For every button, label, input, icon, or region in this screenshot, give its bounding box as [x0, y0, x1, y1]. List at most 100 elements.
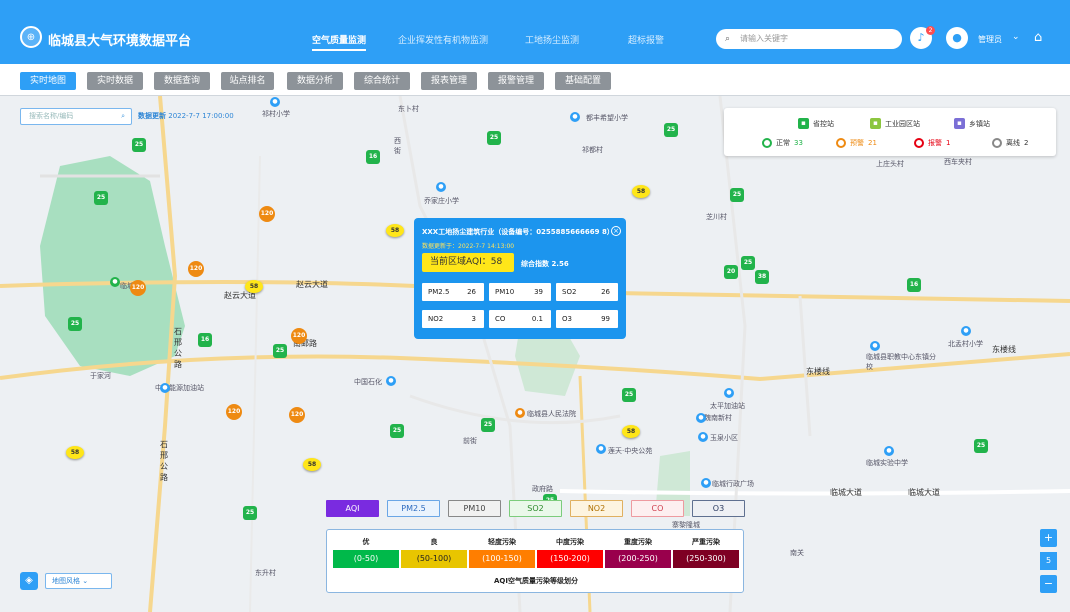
- station-marker[interactable]: 16: [907, 278, 921, 292]
- user-name[interactable]: 管理员: [978, 34, 1002, 45]
- station-marker[interactable]: 58: [632, 185, 650, 198]
- pollutant-co[interactable]: CO: [631, 500, 684, 517]
- place-label: 芝川村: [706, 213, 727, 221]
- legend-warning[interactable]: 预警 21: [836, 138, 877, 148]
- popup-title: XXX工地扬尘建筑行业（设备编号：0255885666669 8）: [422, 228, 614, 236]
- pollutant-pm25[interactable]: PM2.5: [387, 500, 440, 517]
- zoom-level: 5: [1040, 552, 1057, 570]
- station-marker[interactable]: 25: [730, 188, 744, 202]
- road-label: 临城大道: [908, 488, 940, 497]
- residential-icon[interactable]: ●: [698, 432, 708, 442]
- legend-industrial[interactable]: ▪ 工业园区站: [870, 118, 920, 129]
- school-icon[interactable]: ●: [436, 182, 446, 192]
- level-range: (50-100): [401, 550, 467, 568]
- station-marker[interactable]: 58: [386, 224, 404, 237]
- gas-station-icon[interactable]: ●: [724, 388, 734, 398]
- station-marker[interactable]: 58: [303, 458, 321, 471]
- station-marker[interactable]: 120: [226, 404, 242, 420]
- school-icon[interactable]: ●: [870, 341, 880, 351]
- pollutant-o3[interactable]: O3: [692, 500, 745, 517]
- legend-normal[interactable]: 正常 33: [762, 138, 803, 148]
- search-input[interactable]: ⌕ 请输入关键字: [716, 29, 902, 49]
- scenic-icon[interactable]: ●: [110, 277, 120, 287]
- station-marker[interactable]: 120: [291, 328, 307, 344]
- map-style-select[interactable]: 地图风格 ⌄: [45, 573, 112, 589]
- tab-station-rank[interactable]: 站点排名: [221, 72, 274, 90]
- station-marker[interactable]: 25: [487, 131, 501, 145]
- zoom-out-button[interactable]: −: [1040, 575, 1057, 593]
- station-marker[interactable]: 25: [390, 424, 404, 438]
- legend-provincial[interactable]: ▪ 省控站: [798, 118, 834, 129]
- user-avatar-icon[interactable]: ●: [946, 27, 968, 49]
- station-marker[interactable]: 58: [66, 446, 84, 459]
- road-label: 东楼线: [992, 345, 1016, 354]
- station-marker[interactable]: 25: [94, 191, 108, 205]
- station-marker[interactable]: 25: [622, 388, 636, 402]
- station-marker[interactable]: 120: [188, 261, 204, 277]
- school-icon[interactable]: ●: [961, 326, 971, 336]
- place-label: 魏南新村: [704, 414, 732, 422]
- home-icon[interactable]: ⌂: [1034, 30, 1042, 45]
- tab-data-analysis[interactable]: 数据分析: [287, 72, 343, 90]
- place-label: 都丰希望小学: [586, 114, 628, 122]
- station-marker[interactable]: 25: [68, 317, 82, 331]
- station-marker[interactable]: 25: [132, 138, 146, 152]
- map-area[interactable]: 搜索名称/编码 ⌕ 数据更新 2022-7-7 17:00:00 ▪ 省控站 ▪ 工业…: [0, 96, 1070, 612]
- station-marker[interactable]: 25: [243, 506, 257, 520]
- tab-realtime-data[interactable]: 实时数据: [87, 72, 143, 90]
- school-icon[interactable]: ●: [884, 446, 894, 456]
- close-icon[interactable]: ×: [611, 226, 621, 236]
- pollutant-so2[interactable]: SO2: [509, 500, 562, 517]
- zoom-in-button[interactable]: +: [1040, 529, 1057, 547]
- place-label: 祁村小学: [262, 110, 290, 118]
- map-search-input[interactable]: 搜索名称/编码 ⌕: [20, 108, 132, 125]
- station-marker[interactable]: 20: [724, 265, 738, 279]
- station-marker[interactable]: 25: [481, 418, 495, 432]
- plaza-icon[interactable]: ●: [701, 478, 711, 488]
- pollutant-no2[interactable]: NO2: [570, 500, 623, 517]
- nav-air-quality[interactable]: 空气质量监测: [312, 33, 367, 51]
- court-icon[interactable]: ●: [515, 408, 525, 418]
- chevron-down-icon[interactable]: ⌄: [1012, 32, 1020, 42]
- nav-voc[interactable]: 企业挥发性有机物监测: [398, 33, 488, 46]
- residential-icon[interactable]: ●: [696, 413, 706, 423]
- station-marker[interactable]: 120: [289, 407, 305, 423]
- tab-statistics[interactable]: 综合统计: [354, 72, 410, 90]
- tab-alarm-mgmt[interactable]: 报警管理: [488, 72, 544, 90]
- legend-township[interactable]: ▪ 乡镇站: [954, 118, 990, 129]
- level-name: 轻度污染: [488, 538, 516, 546]
- station-marker[interactable]: 38: [755, 270, 769, 284]
- nav-dust[interactable]: 工地扬尘监测: [525, 33, 579, 46]
- station-marker[interactable]: 16: [366, 150, 380, 164]
- layers-icon[interactable]: ◈: [20, 572, 38, 590]
- station-marker[interactable]: 25: [664, 123, 678, 137]
- station-marker[interactable]: 25: [974, 439, 988, 453]
- station-marker[interactable]: 58: [245, 280, 263, 293]
- station-marker[interactable]: 25: [741, 256, 755, 270]
- place-label: 上庄头村: [876, 160, 904, 168]
- popup-value-cell: SO2 26: [556, 283, 618, 301]
- pollutant-aqi[interactable]: AQI: [326, 500, 379, 517]
- gas-station-icon[interactable]: ●: [160, 383, 170, 393]
- popup-value-cell: PM2.5 26: [422, 283, 484, 301]
- gas-station-icon[interactable]: ●: [386, 376, 396, 386]
- legend-offline[interactable]: 离线 2: [992, 138, 1028, 148]
- station-marker[interactable]: 16: [198, 333, 212, 347]
- legend-alarm[interactable]: 报警 1: [914, 138, 950, 148]
- pollutant-pm10[interactable]: PM10: [448, 500, 501, 517]
- station-marker[interactable]: 25: [273, 344, 287, 358]
- school-icon[interactable]: ●: [270, 97, 280, 107]
- status-ring-icon: [762, 138, 772, 148]
- popup-value-cell: CO 0.1: [489, 310, 551, 328]
- tab-reports[interactable]: 报表管理: [421, 72, 477, 90]
- tab-data-query[interactable]: 数据查询: [154, 72, 210, 90]
- station-marker[interactable]: 120: [259, 206, 275, 222]
- station-marker[interactable]: 120: [130, 280, 146, 296]
- nav-alarm[interactable]: 超标报警: [628, 33, 664, 46]
- residential-icon[interactable]: ●: [596, 444, 606, 454]
- school-icon[interactable]: ●: [570, 112, 580, 122]
- tab-realtime-map[interactable]: 实时地图: [20, 72, 76, 90]
- tab-config[interactable]: 基础配置: [555, 72, 611, 90]
- station-marker[interactable]: 58: [622, 425, 640, 438]
- place-label: 北孟村小学: [948, 340, 983, 348]
